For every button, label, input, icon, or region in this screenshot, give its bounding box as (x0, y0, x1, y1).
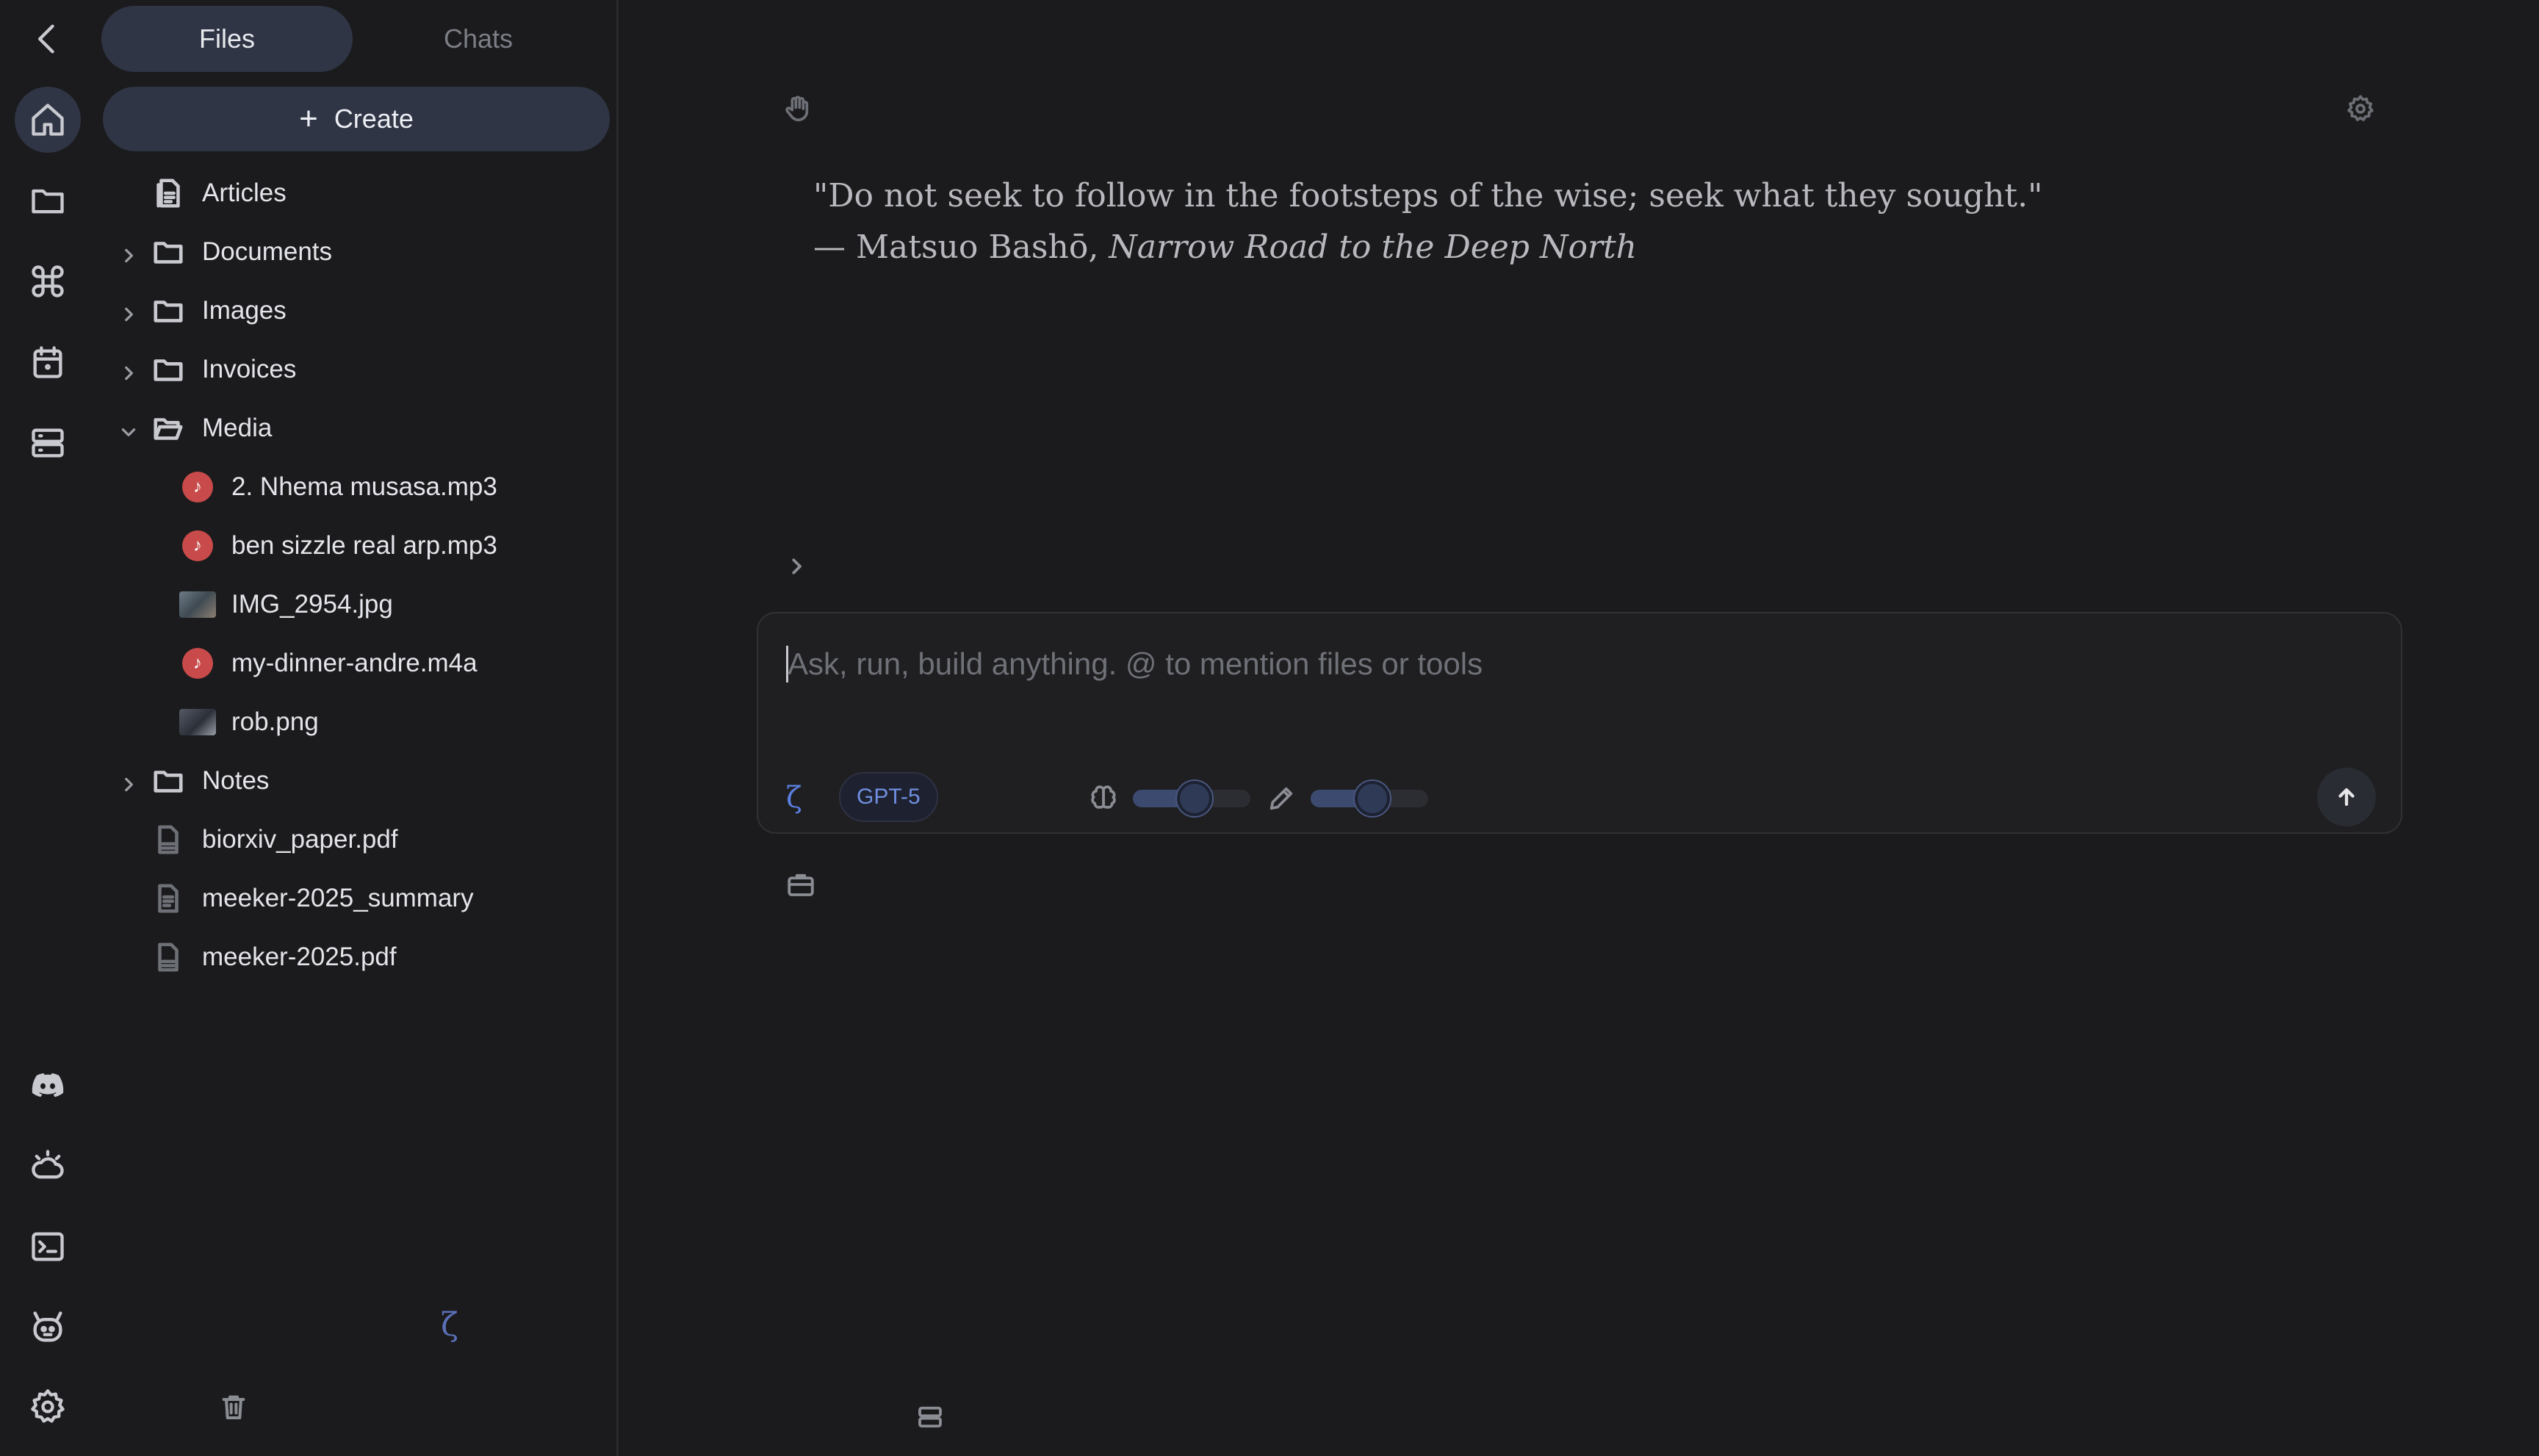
image-thumbnail (179, 591, 216, 618)
chevron-right-icon[interactable] (785, 555, 807, 577)
tree-item-file[interactable]: IMG_2954.jpg (96, 579, 610, 630)
text-file-icon (151, 882, 185, 915)
pdf-icon (151, 823, 185, 857)
tree-item-label: Documents (202, 237, 333, 266)
tab-chats[interactable]: Chats (353, 6, 604, 72)
agent-icon[interactable] (15, 1294, 81, 1361)
trash-icon[interactable] (219, 1392, 248, 1421)
prompt-input[interactable] (788, 640, 2110, 688)
pdf-icon (151, 940, 185, 974)
command-icon[interactable] (15, 248, 81, 314)
arrow-up-icon (2338, 788, 2355, 807)
folder-icon (151, 764, 185, 798)
quote-attribution: — Matsuo Bashō, Narrow Road to the Deep … (813, 228, 1637, 266)
tree-item-label: Images (202, 296, 287, 325)
create-button[interactable]: + Create (103, 87, 610, 151)
brain-icon (1089, 784, 1118, 813)
chevron-right-icon[interactable] (119, 301, 138, 322)
folder-icon (151, 235, 185, 269)
briefcase-icon[interactable] (785, 869, 816, 900)
settings-icon[interactable] (2346, 94, 2375, 123)
chevron-down-icon[interactable] (119, 419, 138, 438)
file-sidebar: Files Chats + Create Articles Documents … (96, 0, 619, 1456)
home-icon[interactable] (15, 87, 81, 153)
terminal-icon[interactable] (15, 1214, 81, 1280)
audio-file-icon: ♪ (182, 648, 213, 679)
tree-item-documents[interactable]: Documents (96, 226, 610, 278)
chevron-right-icon[interactable] (119, 242, 138, 263)
tree-item-invoices[interactable]: Invoices (96, 344, 610, 395)
reasoning-slider[interactable] (1133, 781, 1250, 816)
tree-item-label: meeker-2025_summary (202, 884, 474, 912)
icon-rail (0, 0, 96, 1456)
quote: "Do not seek to follow in the footsteps … (813, 170, 2042, 273)
zeta-logo: ζ (441, 1306, 458, 1344)
tree-item-file[interactable]: biorxiv_paper.pdf (96, 814, 610, 865)
tree-item-notes[interactable]: Notes (96, 755, 610, 807)
tree-item-file[interactable]: rob.png (96, 696, 610, 748)
hand-icon[interactable] (782, 94, 812, 123)
tree-item-label: rob.png (231, 707, 319, 736)
chevron-right-icon[interactable] (119, 360, 138, 381)
audio-file-icon: ♪ (182, 530, 213, 561)
tree-item-label: 2. Nhema musasa.mp3 (231, 472, 497, 501)
composer: ζ GPT-5 (757, 612, 2402, 834)
image-thumbnail (179, 709, 216, 735)
sidebar-tabs: Files Chats (101, 6, 608, 72)
tree-item-label: my-dinner-andre.m4a (231, 649, 478, 677)
zeta-icon[interactable]: ζ (786, 781, 802, 815)
tree-item-label: ben sizzle real arp.mp3 (231, 531, 497, 560)
document-icon (151, 176, 185, 210)
main-panel: "Do not seek to follow in the footsteps … (621, 0, 2539, 1456)
storage-icon[interactable] (915, 1402, 946, 1432)
back-icon[interactable] (15, 6, 81, 72)
create-label: Create (334, 104, 414, 134)
folder-icon[interactable] (15, 167, 81, 234)
quote-text: "Do not seek to follow in the footsteps … (813, 177, 2043, 215)
tree-item-label: Notes (202, 766, 270, 795)
tab-files[interactable]: Files (101, 6, 353, 72)
weather-icon[interactable] (15, 1133, 81, 1199)
tree-item-file[interactable]: ♪ my-dinner-andre.m4a (96, 638, 610, 689)
plus-icon: + (299, 101, 318, 137)
tree-item-media[interactable]: Media (96, 403, 610, 454)
quote-work: Narrow Road to the Deep North (1109, 228, 1637, 266)
slider-knob[interactable] (1355, 781, 1390, 816)
calendar-icon[interactable] (15, 329, 81, 395)
discord-icon[interactable] (15, 1052, 81, 1118)
tree-item-label: Invoices (202, 355, 297, 383)
tree-item-label: Media (202, 414, 273, 442)
tree-item-file[interactable]: meeker-2025.pdf (96, 931, 610, 983)
tree-item-images[interactable]: Images (96, 285, 610, 336)
tree-item-file[interactable]: meeker-2025_summary (96, 873, 610, 924)
slider-knob[interactable] (1177, 781, 1212, 816)
folder-icon (151, 294, 185, 328)
tree-item-articles[interactable]: Articles (96, 167, 610, 219)
tree-item-file[interactable]: ♪ ben sizzle real arp.mp3 (96, 520, 610, 572)
chevron-right-icon[interactable] (119, 771, 138, 792)
folder-open-icon (151, 411, 185, 445)
storage-icon[interactable] (15, 410, 81, 476)
audio-file-icon: ♪ (182, 472, 213, 502)
tree-item-label: Articles (202, 179, 287, 207)
send-button[interactable] (2317, 768, 2376, 826)
tree-item-label: meeker-2025.pdf (202, 943, 397, 971)
tree-item-label: IMG_2954.jpg (231, 590, 393, 619)
tree-item-label: biorxiv_paper.pdf (202, 825, 398, 854)
folder-icon (151, 353, 185, 386)
settings-icon[interactable] (15, 1374, 81, 1440)
verbosity-slider[interactable] (1311, 781, 1428, 816)
model-selector[interactable]: GPT-5 (839, 772, 938, 822)
tree-item-file[interactable]: ♪ 2. Nhema musasa.mp3 (96, 461, 610, 513)
pencil-icon (1267, 784, 1296, 813)
